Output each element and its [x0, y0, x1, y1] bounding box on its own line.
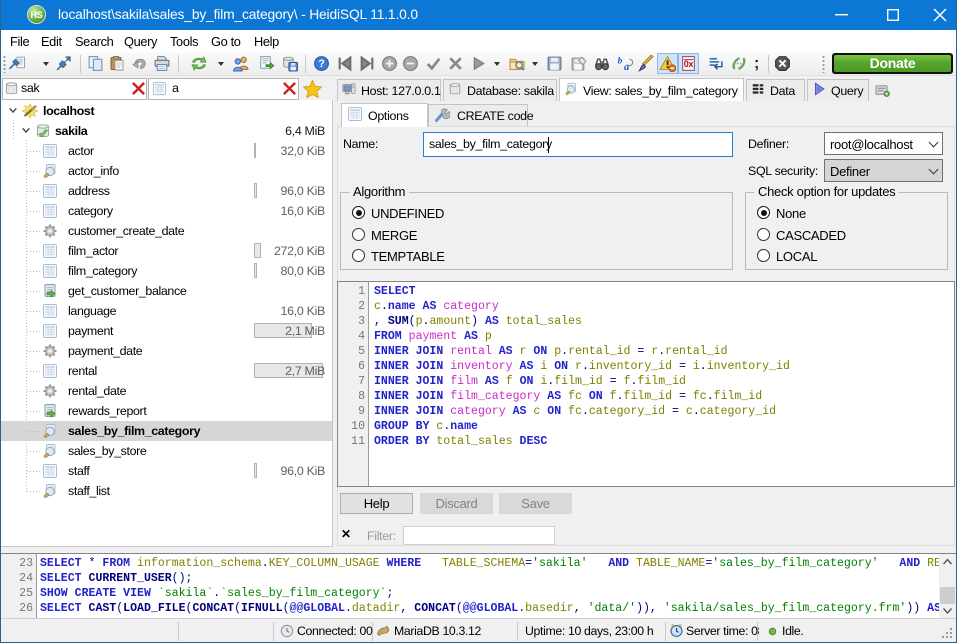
svg-text:b: b	[618, 56, 623, 67]
svg-text:?: ?	[318, 58, 324, 70]
svg-text:a: a	[624, 62, 630, 72]
svg-text:0x: 0x	[684, 59, 694, 69]
